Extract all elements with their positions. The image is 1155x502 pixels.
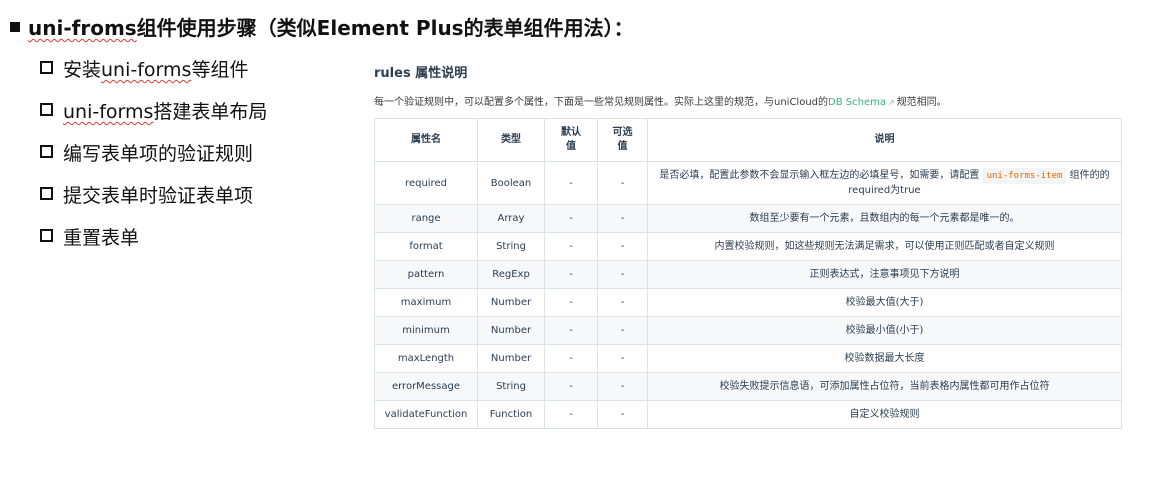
- column-header: 类型: [477, 118, 545, 162]
- column-header: 说明: [647, 118, 1122, 162]
- cell-type: Number: [477, 288, 545, 317]
- column-header: 默认值: [544, 118, 598, 162]
- cell-description: 正则表达式，注意事项见下方说明: [647, 260, 1122, 289]
- cell-options: -: [597, 204, 648, 233]
- checkbox-bullet-icon: [40, 229, 53, 242]
- checkbox-bullet-icon: [40, 61, 53, 74]
- cell-description: 校验失败提示信息语，可添加属性占位符，当前表格内属性都可用作占位符: [647, 372, 1122, 401]
- cell-type: RegExp: [477, 260, 545, 289]
- cell-default: -: [544, 288, 598, 317]
- cell-name: maximum: [374, 288, 478, 317]
- cell-type: Boolean: [477, 161, 545, 205]
- table-row: range Array - - 数组至少要有一个元素，且数组内的每一个元素都是唯…: [374, 204, 1122, 233]
- cell-options: -: [597, 344, 648, 373]
- heading-prefix: uni-froms: [28, 16, 137, 40]
- cell-name: maxLength: [374, 344, 478, 373]
- table-header-row: 属性名 类型 默认值 可选值 说明: [374, 118, 1122, 162]
- step-text: 提交表单时验证表单项: [63, 185, 254, 207]
- db-schema-link[interactable]: DB Schema: [828, 97, 886, 108]
- inline-code: uni-forms-item: [982, 168, 1067, 184]
- cell-options: -: [597, 400, 648, 429]
- rules-table: 属性名 类型 默认值 可选值 说明 required Boolean - - 是…: [374, 118, 1122, 429]
- cell-description: 是否必填，配置此参数不会显示输入框左边的必填星号，如需要，请配置 uni-for…: [647, 161, 1122, 205]
- cell-default: -: [544, 372, 598, 401]
- cell-default: -: [544, 161, 598, 205]
- doc-screenshot: rules 属性说明 每一个验证规则中，可以配置多个属性，下面是一些常见规则属性…: [374, 62, 1122, 429]
- step-item: uni-forms搭建表单布局: [40, 97, 267, 139]
- cell-default: -: [544, 204, 598, 233]
- cell-name: pattern: [374, 260, 478, 289]
- table-row: required Boolean - - 是否必填，配置此参数不会显示输入框左边…: [374, 161, 1122, 205]
- cell-options: -: [597, 161, 648, 205]
- slide-heading: uni-froms组件使用步骤（类似Element Plus的表单组件用法）：: [10, 12, 634, 41]
- cell-description: 校验最大值(大于): [647, 288, 1122, 317]
- cell-options: -: [597, 260, 648, 289]
- cell-options: -: [597, 316, 648, 345]
- cell-name: validateFunction: [374, 400, 478, 429]
- cell-type: Number: [477, 344, 545, 373]
- cell-description: 校验数据最大长度: [647, 344, 1122, 373]
- cell-default: -: [544, 344, 598, 373]
- cell-options: -: [597, 232, 648, 261]
- column-header: 属性名: [374, 118, 478, 162]
- column-header: 可选值: [597, 118, 648, 162]
- cell-description: 内置校验规则，如这些规则无法满足需求，可以使用正则匹配或者自定义规则: [647, 232, 1122, 261]
- cell-type: String: [477, 372, 545, 401]
- table-row: maximum Number - - 校验最大值(大于): [374, 288, 1122, 317]
- step-text: 安装uni-forms等组件: [63, 59, 249, 81]
- steps-list: 安装uni-forms等组件 uni-forms搭建表单布局 编写表单项的验证规…: [40, 55, 267, 265]
- cell-options: -: [597, 372, 648, 401]
- cell-description: 自定义校验规则: [647, 400, 1122, 429]
- step-item: 编写表单项的验证规则: [40, 139, 267, 181]
- heading-text: 组件使用步骤（类似Element Plus的表单组件用法）：: [136, 16, 634, 40]
- external-link-icon: ↗: [887, 98, 895, 107]
- cell-name: format: [374, 232, 478, 261]
- doc-description: 每一个验证规则中，可以配置多个属性，下面是一些常见规则属性。实际上这里的规范，与…: [374, 97, 947, 108]
- cell-type: Array: [477, 204, 545, 233]
- step-item: 重置表单: [40, 223, 267, 265]
- step-text: uni-forms搭建表单布局: [63, 101, 268, 123]
- checkbox-bullet-icon: [40, 103, 53, 116]
- table-row: errorMessage String - - 校验失败提示信息语，可添加属性占…: [374, 372, 1122, 401]
- checkbox-bullet-icon: [40, 145, 53, 158]
- cell-type: Number: [477, 316, 545, 345]
- cell-name: errorMessage: [374, 372, 478, 401]
- cell-default: -: [544, 316, 598, 345]
- doc-title: rules 属性说明: [374, 66, 468, 81]
- square-bullet-icon: [10, 22, 20, 32]
- cell-options: -: [597, 288, 648, 317]
- cell-name: required: [374, 161, 478, 205]
- cell-name: range: [374, 204, 478, 233]
- cell-default: -: [544, 260, 598, 289]
- cell-name: minimum: [374, 316, 478, 345]
- table-row: format String - - 内置校验规则，如这些规则无法满足需求，可以使…: [374, 232, 1122, 261]
- cell-description: 校验最小值(小于): [647, 316, 1122, 345]
- table-row: maxLength Number - - 校验数据最大长度: [374, 344, 1122, 373]
- cell-type: String: [477, 232, 545, 261]
- cell-description: 数组至少要有一个元素，且数组内的每一个元素都是唯一的。: [647, 204, 1122, 233]
- checkbox-bullet-icon: [40, 187, 53, 200]
- cell-default: -: [544, 232, 598, 261]
- step-item: 安装uni-forms等组件: [40, 55, 267, 97]
- cell-default: -: [544, 400, 598, 429]
- step-text: 重置表单: [63, 227, 140, 249]
- step-item: 提交表单时验证表单项: [40, 181, 267, 223]
- step-text: 编写表单项的验证规则: [63, 143, 254, 165]
- cell-type: Function: [477, 400, 545, 429]
- table-row: minimum Number - - 校验最小值(小于): [374, 316, 1122, 345]
- table-row: validateFunction Function - - 自定义校验规则: [374, 400, 1122, 429]
- table-row: pattern RegExp - - 正则表达式，注意事项见下方说明: [374, 260, 1122, 289]
- slide: uni-froms组件使用步骤（类似Element Plus的表单组件用法）： …: [0, 0, 1155, 502]
